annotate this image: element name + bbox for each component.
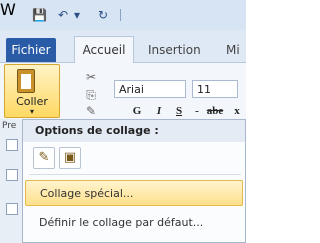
ruler-marker-icon xyxy=(6,203,18,215)
menu-separator xyxy=(29,174,241,175)
picture-icon: ▣ xyxy=(63,150,77,165)
tab-mise-en-page[interactable]: Mi xyxy=(226,38,240,62)
separator-glyph: - xyxy=(195,105,199,117)
left-strip-label: Pre xyxy=(2,121,17,131)
underline-button[interactable]: S xyxy=(172,104,186,118)
undo-dropdown-icon[interactable]: ▾ xyxy=(70,7,84,23)
cut-icon[interactable]: ✂ xyxy=(84,70,98,84)
paintbrush-icon: ✎ xyxy=(38,150,50,165)
paste-keep-format-icon[interactable]: ✎ xyxy=(33,147,55,169)
paste-button[interactable]: Coller ▾ xyxy=(4,64,60,118)
strikethrough-button[interactable]: abe xyxy=(204,104,226,118)
undo-icon[interactable]: ↶ xyxy=(56,7,70,23)
menu-item-definir-collage[interactable]: Définir le collage par défaut... xyxy=(25,210,243,236)
save-icon[interactable]: 💾 xyxy=(32,7,47,23)
redo-icon[interactable]: ↻ xyxy=(96,7,110,23)
left-ruler-strip: Pre xyxy=(0,119,23,243)
font-name-field[interactable]: Ariai xyxy=(114,80,186,98)
ruler-marker-icon xyxy=(6,139,18,151)
menu-item-collage-special[interactable]: Collage spécial... xyxy=(25,180,243,206)
tab-fichier[interactable]: Fichier xyxy=(6,38,56,62)
clipboard-icon xyxy=(17,69,35,93)
bold-button[interactable]: G xyxy=(130,104,144,118)
paste-options-menu: Options de collage : ✎ ▣ Collage spécial… xyxy=(22,119,246,243)
copy-icon[interactable]: ⎘ xyxy=(84,88,98,102)
chevron-down-icon: ▾ xyxy=(29,107,34,116)
paste-options-header: Options de collage : xyxy=(23,120,245,142)
italic-button[interactable]: I xyxy=(152,104,166,118)
tab-insertion[interactable]: Insertion xyxy=(148,38,201,62)
qat-separator xyxy=(120,9,121,21)
font-size-field[interactable]: 11 xyxy=(192,80,238,98)
format-painter-icon[interactable]: ✎ xyxy=(84,104,98,118)
subscript-button[interactable]: x xyxy=(230,104,244,118)
tab-accueil[interactable]: Accueil xyxy=(74,36,134,64)
paste-image-icon[interactable]: ▣ xyxy=(59,147,81,169)
menu-item-label: Définir le collage par défaut... xyxy=(39,216,204,229)
word-app-icon[interactable]: W xyxy=(0,0,16,19)
ruler-marker-icon xyxy=(6,169,18,181)
menu-item-label: Collage spécial... xyxy=(40,187,134,200)
